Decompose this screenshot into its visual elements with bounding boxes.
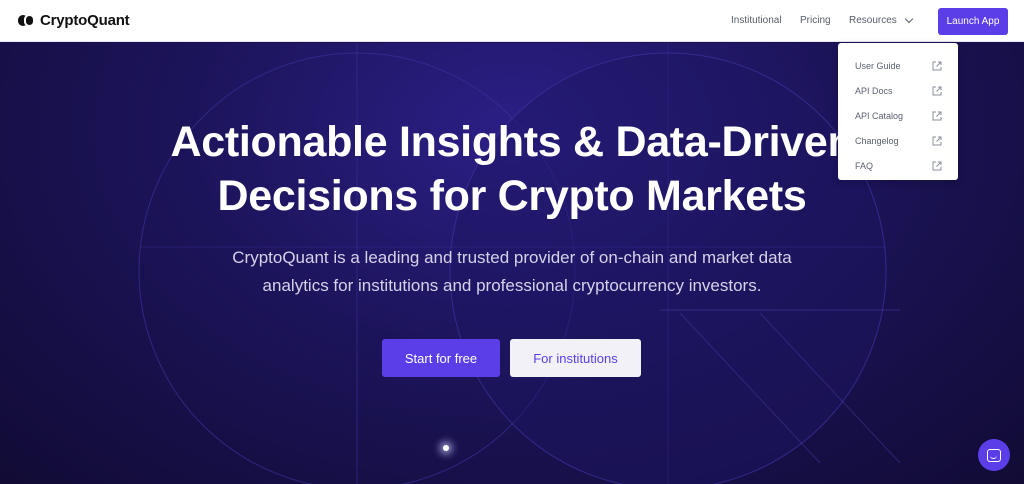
menu-item-label: Changelog	[855, 135, 899, 146]
external-link-icon	[932, 86, 942, 96]
menu-item-user-guide[interactable]: User Guide	[838, 53, 958, 78]
logo-icon	[18, 13, 35, 28]
external-link-icon	[932, 111, 942, 121]
hero-subtext-line2: analytics for institutions and professio…	[262, 276, 762, 295]
menu-item-api-catalog[interactable]: API Catalog	[838, 103, 958, 128]
nav-pricing[interactable]: Pricing	[800, 15, 831, 26]
launch-app-button[interactable]: Launch App	[938, 8, 1008, 35]
external-link-icon	[932, 61, 942, 71]
nav-resources-label: Resources	[849, 15, 897, 26]
menu-item-api-docs[interactable]: API Docs	[838, 78, 958, 103]
external-link-icon	[932, 161, 942, 171]
resources-dropdown: User Guide API Docs API Catalog Changelo…	[838, 43, 958, 180]
chat-icon	[987, 448, 1001, 462]
menu-item-label: FAQ	[855, 160, 874, 171]
top-header: CryptoQuant Institutional Pricing Resour…	[0, 0, 1024, 42]
chat-launcher-button[interactable]	[978, 439, 1010, 471]
menu-item-label: API Docs	[855, 85, 893, 96]
brand-logo[interactable]: CryptoQuant	[18, 12, 130, 29]
hero-subtext-line1: CryptoQuant is a leading and trusted pro…	[232, 248, 792, 267]
external-link-icon	[932, 136, 942, 146]
for-institutions-button[interactable]: For institutions	[510, 339, 641, 377]
start-for-free-button[interactable]: Start for free	[382, 339, 500, 377]
glow-dot	[443, 445, 449, 451]
menu-item-label: API Catalog	[855, 110, 904, 121]
hero-subtext: CryptoQuant is a leading and trusted pro…	[0, 244, 1024, 300]
menu-item-changelog[interactable]: Changelog	[838, 128, 958, 153]
nav-resources[interactable]: Resources	[849, 14, 914, 26]
menu-item-faq[interactable]: FAQ	[838, 153, 958, 178]
nav-institutional[interactable]: Institutional	[731, 15, 782, 26]
menu-item-label: User Guide	[855, 60, 901, 71]
chevron-down-icon	[904, 14, 914, 24]
brand-name: CryptoQuant	[40, 12, 130, 29]
